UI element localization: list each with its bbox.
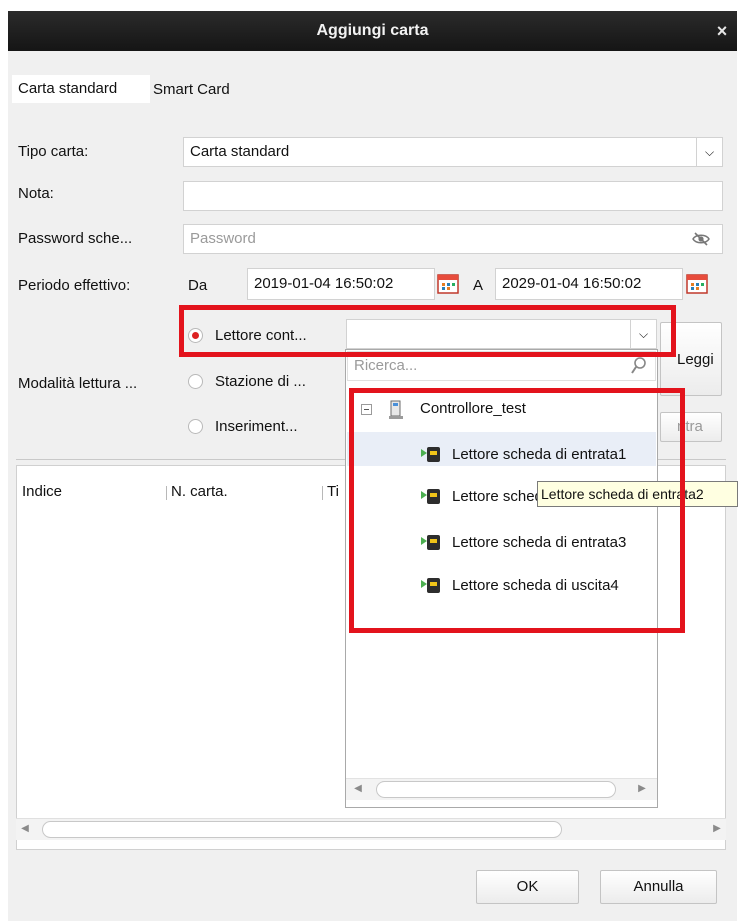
chevron-down-icon[interactable]: ⌵: [696, 138, 722, 166]
da-label: Da: [188, 277, 208, 294]
a-date-input[interactable]: 2029-01-04 16:50:02: [495, 268, 683, 300]
calendar-icon[interactable]: [436, 271, 460, 295]
dropdown-horizontal-scrollbar[interactable]: ◀ ▶: [346, 778, 657, 800]
scroll-right-icon[interactable]: ▶: [636, 783, 648, 794]
modalita-label: Modalità lettura ...: [18, 375, 138, 392]
annulla-button[interactable]: Annulla: [600, 870, 717, 904]
radio-stazione[interactable]: [188, 374, 203, 389]
column-divider: [322, 486, 323, 500]
da-date-input[interactable]: 2019-01-04 16:50:02: [247, 268, 435, 300]
tipo-carta-label: Tipo carta:: [18, 143, 89, 160]
radio-stazione-label[interactable]: Stazione di ...: [215, 371, 306, 393]
highlight-reader-list: [349, 388, 685, 633]
eye-off-icon[interactable]: [691, 231, 711, 247]
nota-input[interactable]: [183, 181, 723, 211]
scroll-left-icon[interactable]: ◀: [352, 783, 364, 794]
table-horizontal-scrollbar[interactable]: ◀ ▶: [16, 818, 726, 840]
column-header-tipo[interactable]: Ti: [327, 481, 339, 503]
a-label: A: [473, 277, 484, 294]
dialog-titlebar: Aggiungi carta ×: [8, 11, 737, 51]
leggi-label: Leggi: [677, 351, 714, 368]
search-placeholder: Ricerca...: [354, 357, 418, 374]
search-icon[interactable]: [630, 356, 648, 376]
highlight-reader-select: [179, 305, 676, 357]
periodo-label: Periodo effettivo:: [18, 277, 131, 294]
scrollbar-thumb[interactable]: [376, 781, 616, 798]
calendar-icon[interactable]: [685, 271, 709, 295]
tipo-carta-value: Carta standard: [190, 143, 290, 160]
column-divider: [166, 486, 167, 500]
nota-label: Nota:: [18, 185, 54, 202]
tipo-carta-select[interactable]: Carta standard ⌵: [183, 137, 723, 167]
radio-inserimento-label[interactable]: Inseriment...: [215, 416, 298, 438]
scroll-left-icon[interactable]: ◀: [18, 823, 32, 834]
scrollbar-thumb[interactable]: [42, 821, 562, 838]
tab-carta-standard[interactable]: Carta standard: [12, 75, 150, 103]
dialog-title: Aggiungi carta: [316, 22, 429, 39]
column-header-indice[interactable]: Indice: [22, 481, 62, 503]
password-input[interactable]: Password: [183, 224, 723, 254]
scroll-right-icon[interactable]: ▶: [710, 823, 724, 834]
ok-button[interactable]: OK: [476, 870, 579, 904]
close-icon[interactable]: ×: [708, 11, 736, 51]
radio-inserimento[interactable]: [188, 419, 203, 434]
column-header-n-carta[interactable]: N. carta.: [171, 481, 228, 503]
tab-smart-card[interactable]: Smart Card: [153, 76, 253, 104]
password-label: Password sche...: [18, 230, 133, 247]
password-placeholder: Password: [190, 230, 256, 247]
